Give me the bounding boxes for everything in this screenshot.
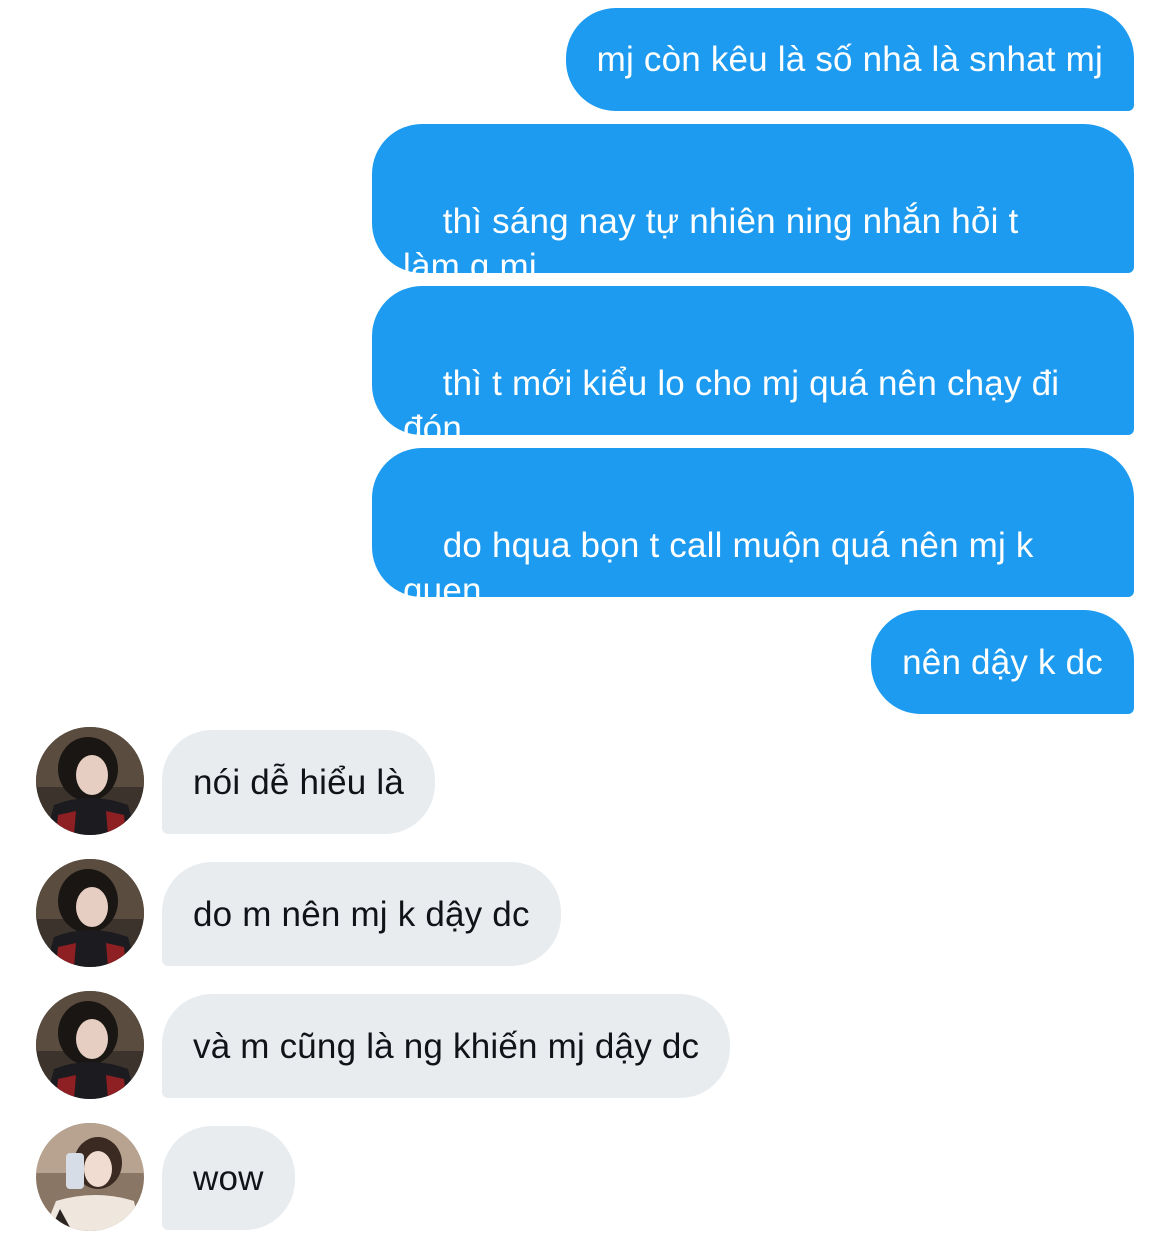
incoming-message[interactable]: và m cũng là ng khiến mj dậy dc — [162, 994, 731, 1098]
incoming-message[interactable]: nói dễ hiểu là — [162, 730, 436, 834]
message-text: nói dễ hiểu là — [193, 762, 405, 802]
message-text: do hqua bọn t call muộn quá nên mj k que… — [403, 526, 1034, 610]
outgoing-message[interactable]: mj còn kêu là số nhà là snhat mj — [565, 8, 1134, 111]
message-text: thì sáng nay tự nhiên ning nhắn hỏi t là… — [403, 202, 1019, 286]
avatar-user-1-image — [36, 991, 144, 1099]
avatar-user-1-image — [36, 859, 144, 967]
outgoing-message[interactable]: nên dậy k dc — [871, 610, 1134, 714]
avatar[interactable] — [36, 991, 144, 1099]
avatar[interactable] — [36, 1123, 144, 1231]
message-text: thì t mới kiểu lo cho mj quá nên chạy đi… — [403, 364, 1060, 448]
outgoing-message[interactable]: thì t mới kiểu lo cho mj quá nên chạy đi… — [372, 286, 1134, 448]
message-text: do m nên mj k dậy dc — [193, 894, 530, 934]
message-text: và m cũng là ng khiến mj dậy dc — [193, 1026, 700, 1066]
outgoing-message[interactable]: thì sáng nay tự nhiên ning nhắn hỏi t là… — [372, 124, 1134, 286]
incoming-message[interactable]: wow — [162, 1126, 295, 1230]
outgoing-message[interactable]: do hqua bọn t call muộn quá nên mj k que… — [372, 448, 1134, 610]
message-text: nên dậy k dc — [902, 642, 1103, 682]
avatar-user-1-image — [36, 727, 144, 835]
avatar-user-2-image — [36, 1123, 144, 1231]
avatar[interactable] — [36, 727, 144, 835]
message-text: wow — [193, 1158, 264, 1198]
incoming-message[interactable]: do m nên mj k dậy dc — [162, 862, 561, 966]
avatar[interactable] — [36, 859, 144, 967]
message-text: mj còn kêu là số nhà là snhat mj — [596, 40, 1103, 79]
